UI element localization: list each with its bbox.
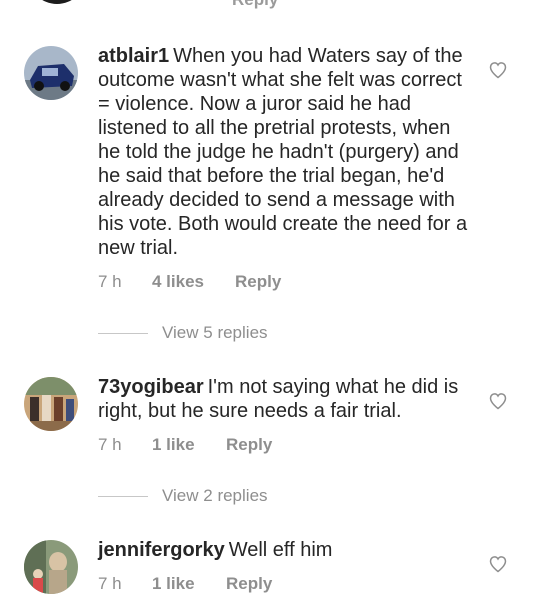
comment-time: 7 h (98, 272, 122, 291)
likes-count[interactable]: 1 like (152, 574, 226, 594)
comment-time: 7 h (98, 435, 122, 454)
comment-username[interactable]: 73yogibear (98, 376, 204, 398)
reply-button[interactable]: Reply (226, 435, 272, 455)
avatar[interactable] (24, 377, 78, 431)
view-replies-button[interactable]: View 2 replies (98, 486, 268, 506)
comment-meta: 7 h 4 likes Reply (98, 272, 281, 292)
reply-button[interactable]: Reply (226, 574, 272, 594)
reply-button[interactable]: Reply (232, 0, 278, 10)
comment-meta: 7 h 1 like Reply (98, 574, 272, 594)
comment-text: atblair1 When you had Waters say of the o… (98, 44, 468, 260)
likes-count[interactable]: 4 likes (152, 272, 235, 292)
likes-count[interactable]: 1 like (152, 435, 226, 455)
comment-text: 73yogibear I'm not saying what he did is … (98, 375, 468, 423)
comment-text: jennifergorky Well eff him (98, 538, 468, 562)
comment-time: 7 h (98, 574, 122, 593)
view-replies-label: View 5 replies (162, 323, 268, 342)
avatar[interactable] (24, 540, 78, 594)
avatar[interactable] (28, 0, 86, 4)
divider-line (98, 333, 148, 335)
avatar[interactable] (24, 46, 78, 100)
comment-username[interactable]: jennifergorky (98, 539, 225, 561)
view-replies-label: View 2 replies (162, 486, 268, 505)
comment-meta: 7 h 1 like Reply (98, 435, 272, 455)
reply-button[interactable]: Reply (235, 272, 281, 292)
view-replies-button[interactable]: View 5 replies (98, 323, 268, 343)
comment-body: Well eff him (228, 539, 333, 561)
comment-username[interactable]: atblair1 (98, 45, 169, 67)
heart-icon[interactable] (488, 391, 508, 411)
comment-body: When you had Waters say of the outcome w… (98, 45, 468, 259)
divider-line (98, 496, 148, 498)
heart-icon[interactable] (488, 60, 508, 80)
heart-icon[interactable] (488, 554, 508, 574)
